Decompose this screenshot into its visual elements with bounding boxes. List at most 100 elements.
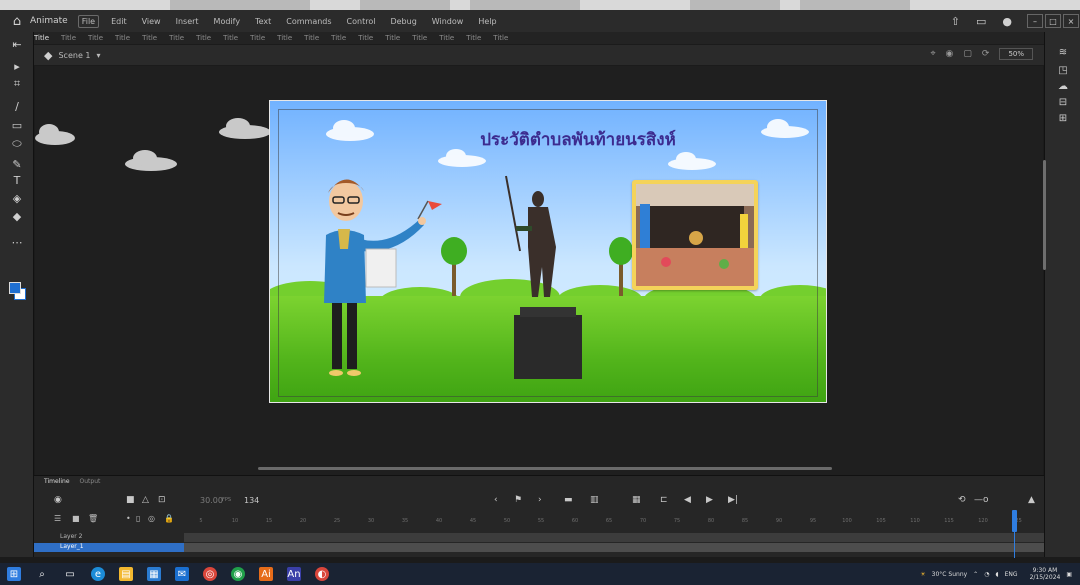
highlight-layer-icon[interactable]: • — [126, 514, 131, 523]
show-hide-icon[interactable]: ◎ — [148, 514, 155, 523]
loop-icon[interactable]: ▥ — [590, 495, 599, 505]
menu-debug[interactable]: Debug — [387, 16, 419, 27]
assets-icon[interactable]: ☁ — [1056, 80, 1070, 92]
text-tool-icon[interactable]: T — [8, 172, 26, 188]
language-indicator[interactable]: ENG — [1005, 571, 1018, 578]
doc-tab[interactable]: Title — [115, 34, 130, 42]
clip-icon[interactable]: ◉ — [946, 49, 954, 59]
workspace-icon[interactable]: ▭ — [976, 15, 986, 28]
selection-tool-icon[interactable]: ▸ — [8, 58, 26, 74]
center-frame-icon[interactable]: ▬ — [564, 495, 573, 505]
chevron-up-icon[interactable]: ⌃ — [973, 571, 978, 578]
menu-control[interactable]: Control — [344, 16, 379, 27]
frame-tools-icon[interactable]: ▦ — [632, 495, 641, 505]
tween-icon[interactable]: ⊏ — [660, 495, 668, 505]
doc-tab[interactable]: Title — [466, 34, 481, 42]
chevron-down-icon[interactable]: ▾ — [97, 51, 101, 60]
stage-canvas[interactable]: ประวัติตำบลพันท้ายนรสิงห์ — [269, 100, 827, 403]
prev-keyframe-icon[interactable]: ‹ — [494, 495, 498, 505]
outline-layer-icon[interactable]: ▯ — [136, 514, 140, 523]
task-view-icon[interactable]: ▭ — [63, 567, 77, 581]
expand-panel-icon[interactable]: ▲ — [1028, 495, 1035, 505]
step-back-icon[interactable]: ◀ — [684, 495, 691, 505]
layer-row[interactable]: Layer_1 — [34, 543, 184, 552]
delete-layer-icon[interactable]: 🗑 — [88, 514, 98, 523]
color-swatches[interactable] — [9, 282, 26, 300]
home-icon[interactable]: ⌂ — [8, 12, 26, 30]
tab-timeline[interactable]: Timeline — [44, 478, 70, 485]
mail-icon[interactable]: ✉ — [175, 567, 189, 581]
align-icon[interactable]: ⊟ — [1056, 96, 1070, 108]
fps-value[interactable]: 30.00 — [200, 496, 223, 505]
doc-tab[interactable]: Title — [385, 34, 400, 42]
new-folder-icon[interactable]: ■ — [72, 514, 80, 523]
insert-keyframe-icon[interactable]: ⚑ — [514, 495, 522, 505]
doc-tab[interactable]: Title — [412, 34, 427, 42]
menu-file[interactable]: File — [77, 14, 100, 28]
frame-ruler[interactable]: 5 10 15 20 25 30 35 40 45 50 55 60 65 70… — [184, 514, 1044, 528]
doc-tab[interactable]: Title — [88, 34, 103, 42]
animate-icon[interactable]: An — [287, 567, 301, 581]
undo-icon[interactable]: ⟲ — [958, 495, 966, 505]
transform-icon[interactable]: ⊞ — [1056, 112, 1070, 124]
doc-tab[interactable]: Title — [196, 34, 211, 42]
file-explorer-icon[interactable]: ▤ — [119, 567, 133, 581]
camera-tool-icon[interactable]: ◉ — [54, 495, 62, 505]
paint-bucket-icon[interactable]: ◈ — [8, 190, 26, 206]
rectangle-tool-icon[interactable]: ▭ — [8, 117, 26, 133]
doc-tab[interactable]: Title — [61, 34, 76, 42]
wifi-icon[interactable]: ◔ — [984, 571, 989, 578]
expand-icon[interactable]: ⇤ — [8, 36, 26, 52]
search-icon[interactable]: ⌕ — [35, 567, 49, 581]
scene-selector[interactable]: Scene 1 — [58, 51, 90, 60]
onion-skin-icon[interactable]: △ — [142, 495, 149, 505]
oval-tool-icon[interactable]: ⬭ — [8, 136, 26, 152]
step-forward-icon[interactable]: ▶| — [728, 495, 738, 505]
zoom-select[interactable]: 50% — [999, 48, 1033, 60]
menu-help[interactable]: Help — [475, 16, 499, 27]
menu-window[interactable]: Window — [429, 16, 467, 27]
camera-icon[interactable]: ▢ — [963, 49, 972, 59]
vertical-scrollbar[interactable] — [1043, 160, 1046, 270]
tab-output[interactable]: Output — [80, 478, 101, 485]
share-icon[interactable]: ⇧ — [951, 15, 960, 28]
fill-color-swatch[interactable] — [9, 282, 21, 294]
volume-icon[interactable]: ◖ — [995, 571, 998, 578]
clock[interactable]: 9:30 AM 2/15/2024 — [1024, 567, 1061, 581]
properties-icon[interactable]: ≋ — [1056, 46, 1070, 58]
line-icon[interactable]: ◉ — [231, 567, 245, 581]
library-icon[interactable]: ◳ — [1056, 64, 1070, 76]
current-frame[interactable]: 134 — [244, 496, 259, 505]
weather-text[interactable]: 30°C Sunny — [932, 571, 968, 578]
free-transform-icon[interactable]: ⌗ — [8, 76, 26, 92]
zoom-slider[interactable]: —o — [974, 495, 989, 505]
lock-icon[interactable]: 🔒 — [164, 514, 174, 523]
layer-depth-icon[interactable]: ■ — [126, 495, 135, 505]
layer-frames[interactable] — [184, 533, 1044, 542]
edit-multiple-frames-icon[interactable]: ⊡ — [158, 495, 166, 505]
doc-tab[interactable]: Title — [493, 34, 508, 42]
close-button[interactable]: × — [1063, 14, 1079, 28]
menu-text[interactable]: Text — [252, 16, 274, 27]
menu-commands[interactable]: Commands — [283, 16, 334, 27]
next-keyframe-icon[interactable]: › — [538, 495, 542, 505]
play-icon[interactable]: ▶ — [706, 495, 713, 505]
minimize-button[interactable]: – — [1027, 14, 1043, 28]
edge-icon[interactable]: e — [91, 567, 105, 581]
doc-tab[interactable]: Title — [250, 34, 265, 42]
eyedropper-icon[interactable]: ◆ — [8, 208, 26, 224]
start-icon[interactable]: ⊞ — [7, 567, 21, 581]
brush-tool-icon[interactable]: ∕ — [8, 98, 26, 114]
browser-icon[interactable]: ◐ — [315, 567, 329, 581]
doc-tab[interactable]: Title — [169, 34, 184, 42]
layer-frames[interactable] — [184, 543, 1044, 552]
layer-row[interactable]: Layer 2 — [34, 533, 184, 542]
menu-insert[interactable]: Insert — [173, 16, 202, 27]
center-stage-icon[interactable]: ⌖ — [930, 49, 935, 59]
more-tools-icon[interactable]: ⋯ — [8, 234, 26, 250]
doc-tab[interactable]: Title — [34, 34, 49, 42]
doc-tab[interactable]: Title — [331, 34, 346, 42]
menu-modify[interactable]: Modify — [211, 16, 244, 27]
chrome-icon[interactable]: ◎ — [203, 567, 217, 581]
menu-view[interactable]: View — [139, 16, 164, 27]
